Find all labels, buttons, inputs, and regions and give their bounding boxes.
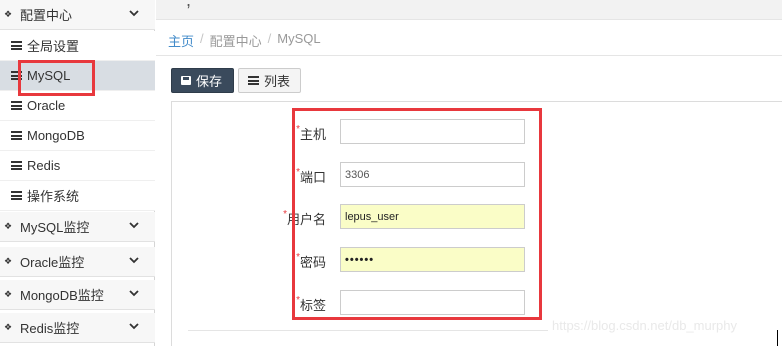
- save-button[interactable]: 保存: [171, 68, 234, 93]
- list-icon: [11, 41, 22, 50]
- breadcrumb-separator: /: [267, 31, 272, 46]
- list-icon: [11, 131, 22, 140]
- sidebar-group-label: 配置中心: [20, 8, 73, 23]
- sidebar-item-redis[interactable]: Redis: [0, 151, 155, 181]
- port-label-text: 端口: [299, 170, 326, 185]
- sidebar-item-label: Oracle: [27, 98, 66, 113]
- sidebar-group-label: MongoDB监控: [20, 288, 104, 303]
- sidebar-group-label: MySQL监控: [20, 220, 90, 235]
- top-bar: ,: [156, 0, 782, 20]
- sidebar-group-redis-monitor[interactable]: ❖ Redis监控: [0, 313, 155, 343]
- port-label: *端口: [256, 167, 326, 186]
- breadcrumb-separator: /: [200, 31, 204, 46]
- sidebar-item-label: MySQL: [27, 68, 71, 83]
- save-button-label: 保存: [196, 74, 223, 89]
- sidebar-item-global-settings[interactable]: 全局设置: [0, 31, 155, 61]
- chevron-down-icon: [129, 290, 139, 297]
- save-icon: [181, 76, 191, 85]
- password-label-text: 密码: [299, 255, 326, 270]
- sidebar-item-oracle[interactable]: Oracle: [0, 91, 155, 121]
- chevron-down-icon: [129, 257, 139, 264]
- list-icon: [11, 161, 22, 170]
- port-input[interactable]: [340, 162, 525, 187]
- username-input[interactable]: [340, 204, 525, 229]
- sidebar-item-label: 操作系统: [27, 189, 80, 204]
- sidebar-item-label: Redis: [27, 158, 61, 173]
- list-icon: [11, 101, 22, 110]
- wrench-icon: ❖: [3, 9, 13, 19]
- tags-label-text: 标签: [299, 298, 326, 313]
- sidebar-item-label: 全局设置: [27, 39, 80, 54]
- chevron-down-icon: [129, 323, 139, 330]
- wrench-icon: ❖: [3, 221, 13, 231]
- text-cursor: [777, 330, 778, 346]
- tags-input[interactable]: [340, 290, 525, 315]
- divider: [156, 55, 782, 56]
- sidebar-group-config-center[interactable]: ❖ 配置中心: [0, 0, 155, 30]
- sidebar-item-label: MongoDB: [27, 128, 85, 143]
- host-input[interactable]: [340, 119, 525, 144]
- sidebar-group-label: Redis监控: [20, 321, 80, 336]
- password-label: *密码: [256, 252, 326, 271]
- list-button-label: 列表: [264, 74, 291, 89]
- list-icon: [11, 71, 22, 80]
- sidebar-group-oracle-monitor[interactable]: ❖ Oracle监控: [0, 247, 155, 277]
- sidebar-group-label: Oracle监控: [20, 255, 85, 270]
- breadcrumb: 主页 / 配置中心 / MySQL: [168, 31, 321, 50]
- username-label-text: 用户名: [286, 212, 326, 227]
- sidebar-item-os[interactable]: 操作系统: [0, 181, 155, 211]
- chevron-down-icon: [129, 10, 139, 17]
- tags-label: *标签: [256, 295, 326, 314]
- list-icon: [11, 191, 22, 200]
- sidebar-group-mongodb-monitor[interactable]: ❖ MongoDB监控: [0, 280, 155, 310]
- host-label-text: 主机: [299, 127, 326, 142]
- list-icon: [248, 76, 259, 85]
- header-fragment: ,: [186, 0, 192, 10]
- sidebar-group-mysql-monitor[interactable]: ❖ MySQL监控: [0, 212, 155, 242]
- divider: [188, 330, 548, 331]
- wrench-icon: ❖: [3, 256, 13, 266]
- wrench-icon: ❖: [3, 289, 13, 299]
- chevron-down-icon: [129, 222, 139, 229]
- sidebar: ❖ 配置中心 全局设置 MySQL Oracle MongoDB Redis 操…: [0, 0, 155, 346]
- breadcrumb-current: MySQL: [277, 31, 321, 46]
- wrench-icon: ❖: [3, 322, 13, 332]
- breadcrumb-home-link[interactable]: 主页: [168, 31, 194, 50]
- watermark: https://blog.csdn.net/db_murphy: [552, 318, 738, 333]
- sidebar-item-mysql[interactable]: MySQL: [0, 61, 155, 91]
- list-button[interactable]: 列表: [238, 68, 301, 93]
- username-label: *用户名: [256, 209, 326, 228]
- host-label: *主机: [256, 124, 326, 143]
- password-input[interactable]: [340, 247, 525, 272]
- breadcrumb-section[interactable]: 配置中心: [210, 31, 262, 50]
- sidebar-item-mongodb[interactable]: MongoDB: [0, 121, 155, 151]
